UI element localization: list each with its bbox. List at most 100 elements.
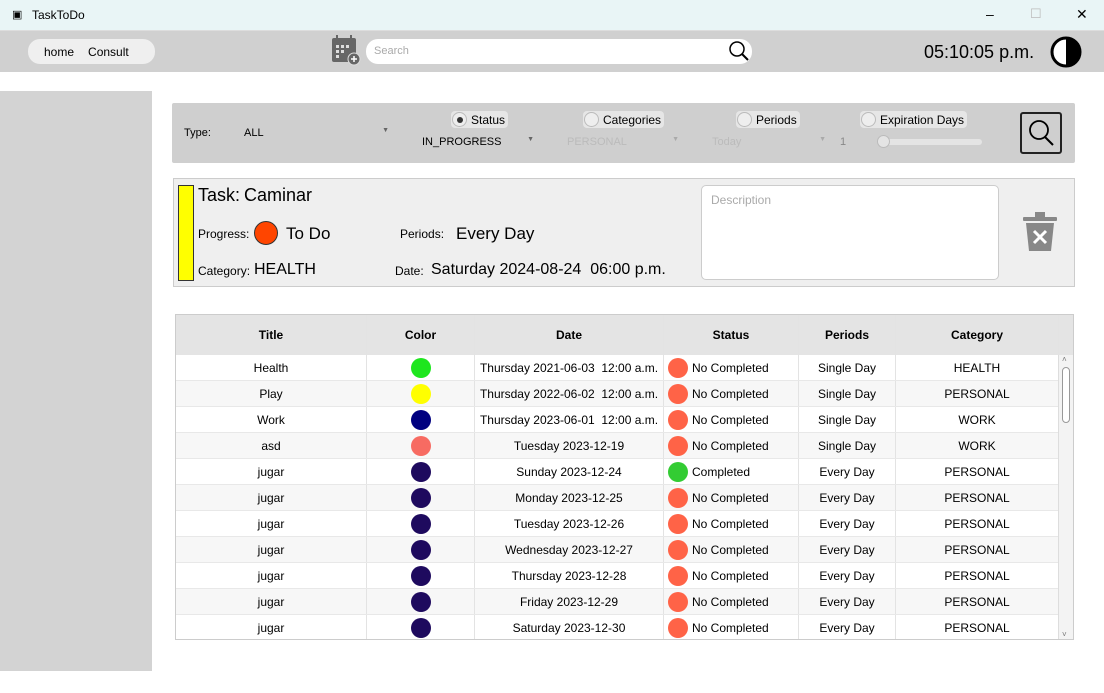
title-text: Health [253, 360, 289, 375]
cell-color [367, 485, 475, 510]
category-text: HEALTH [953, 360, 1001, 375]
col-periods[interactable]: Periods [799, 315, 896, 355]
cell-category: PERSONAL [896, 589, 1059, 614]
cell-category: PERSONAL [896, 459, 1059, 484]
table-row[interactable]: Work Thursday 2023-06-01 12:00 a.m. No C… [176, 407, 1073, 433]
status-dot [668, 513, 688, 534]
days-slider[interactable] [877, 135, 982, 148]
description-textarea[interactable]: Description [701, 185, 999, 280]
scroll-up-icon[interactable]: ˄ [1062, 355, 1067, 364]
radio-periods[interactable]: Periods [736, 111, 800, 128]
radio-expiration-days[interactable]: Expiration Days [860, 111, 968, 128]
progress-label: Progress: [198, 227, 250, 241]
col-color[interactable]: Color [367, 315, 475, 355]
scrollbar-thumb[interactable] [1062, 367, 1070, 423]
cell-color [367, 355, 475, 380]
type-select[interactable]: ALL ▼ [244, 127, 389, 139]
cell-date: Thursday 2021-06-03 12:00 a.m. [475, 355, 664, 380]
cell-color [367, 537, 475, 562]
date-text: Tuesday 2023-12-26 [513, 516, 625, 531]
radio-categories[interactable]: Categories [583, 111, 665, 128]
radio-status[interactable]: Status [451, 111, 509, 128]
minimize-button[interactable]: – [986, 6, 994, 22]
search-input[interactable]: Search [366, 39, 752, 64]
cell-title: asd [176, 433, 367, 458]
title-bar: ▣ TaskToDo – ☐ ✕ [0, 0, 1104, 31]
cell-periods: Every Day [799, 459, 896, 484]
delete-trash-icon[interactable] [1022, 211, 1058, 253]
table-row[interactable]: jugar Thursday 2023-12-28 No Completed E… [176, 563, 1073, 589]
cell-date: Sunday 2023-12-24 [475, 459, 664, 484]
col-title[interactable]: Title [176, 315, 367, 355]
periods-text: Every Day [819, 594, 875, 609]
search-icon [1029, 120, 1054, 146]
table-row[interactable]: jugar Friday 2023-12-29 No Completed Eve… [176, 589, 1073, 615]
cell-color [367, 563, 475, 588]
date-text: Thursday 2023-12-28 [511, 568, 627, 583]
table-row[interactable]: Play Thursday 2022-06-02 12:00 a.m. No C… [176, 381, 1073, 407]
category-text: PERSONAL [944, 464, 1010, 479]
title-text: jugar [257, 542, 285, 557]
color-dot [410, 435, 431, 456]
add-calendar-icon[interactable] [331, 34, 361, 66]
status-text: No Completed [692, 412, 769, 427]
status-text: No Completed [692, 568, 769, 583]
close-button[interactable]: ✕ [1076, 6, 1088, 23]
table-row[interactable]: jugar Sunday 2023-12-24 Completed Every … [176, 459, 1073, 485]
progress-value: To Do [286, 224, 331, 243]
date-text: Wednesday 2023-12-27 [505, 542, 633, 557]
table-row[interactable]: asd Tuesday 2023-12-19 No Completed Sing… [176, 433, 1073, 459]
category-text: WORK [958, 438, 996, 453]
cell-status: No Completed [664, 381, 799, 406]
col-status[interactable]: Status [664, 315, 799, 355]
status-select[interactable]: IN_PROGRESS ▼ [422, 136, 534, 148]
table-row[interactable]: jugar Tuesday 2023-12-26 No Completed Ev… [176, 511, 1073, 537]
cell-status: No Completed [664, 537, 799, 562]
sidebar [0, 91, 152, 671]
cell-category: WORK [896, 433, 1059, 458]
table-row[interactable]: jugar Monday 2023-12-25 No Completed Eve… [176, 485, 1073, 511]
filter-search-button[interactable] [1020, 112, 1062, 154]
nav-home[interactable]: home [44, 45, 74, 59]
title-text: Play [259, 386, 283, 401]
radio-label: Status [471, 112, 506, 127]
color-dot [410, 539, 431, 560]
cell-category: WORK [896, 407, 1059, 432]
cell-title: Health [176, 355, 367, 380]
table-body: Health Thursday 2021-06-03 12:00 a.m. No… [176, 355, 1073, 639]
cell-periods: Every Day [799, 537, 896, 562]
cell-category: PERSONAL [896, 511, 1059, 536]
cell-color [367, 459, 475, 484]
status-text: No Completed [692, 516, 769, 531]
col-category[interactable]: Category [896, 315, 1059, 355]
slider-thumb[interactable] [877, 135, 890, 148]
cell-date: Tuesday 2023-12-26 [475, 511, 664, 536]
scrollbar[interactable]: ˄ ˅ [1058, 355, 1073, 639]
task-title: Caminar [244, 185, 313, 205]
scroll-down-icon[interactable]: ˅ [1062, 630, 1067, 639]
progress-dot [254, 221, 278, 245]
theme-toggle-icon[interactable] [1050, 36, 1082, 68]
search-icon[interactable] [728, 40, 750, 62]
category-text: PERSONAL [944, 490, 1010, 505]
category-text: WORK [958, 412, 996, 427]
cell-category: PERSONAL [896, 615, 1059, 639]
cell-date: Friday 2023-12-29 [475, 589, 664, 614]
category-text: PERSONAL [944, 568, 1010, 583]
category-select[interactable]: PERSONAL ▼ [567, 136, 679, 148]
cell-title: jugar [176, 485, 367, 510]
date-text: Sunday 2023-12-24 [516, 464, 622, 479]
period-select[interactable]: Today ▼ [712, 136, 826, 148]
status-dot [668, 409, 688, 430]
nav-consult[interactable]: Consult [88, 45, 129, 59]
table-row[interactable]: jugar Saturday 2023-12-30 No Completed E… [176, 615, 1073, 639]
maximize-button[interactable]: ☐ [1030, 6, 1042, 22]
table-row[interactable]: jugar Wednesday 2023-12-27 No Completed … [176, 537, 1073, 563]
table-row[interactable]: Health Thursday 2021-06-03 12:00 a.m. No… [176, 355, 1073, 381]
cell-color [367, 381, 475, 406]
cell-category: PERSONAL [896, 537, 1059, 562]
col-date[interactable]: Date [475, 315, 664, 355]
cell-periods: Every Day [799, 485, 896, 510]
cell-title: jugar [176, 459, 367, 484]
status-text: Completed [692, 464, 751, 479]
